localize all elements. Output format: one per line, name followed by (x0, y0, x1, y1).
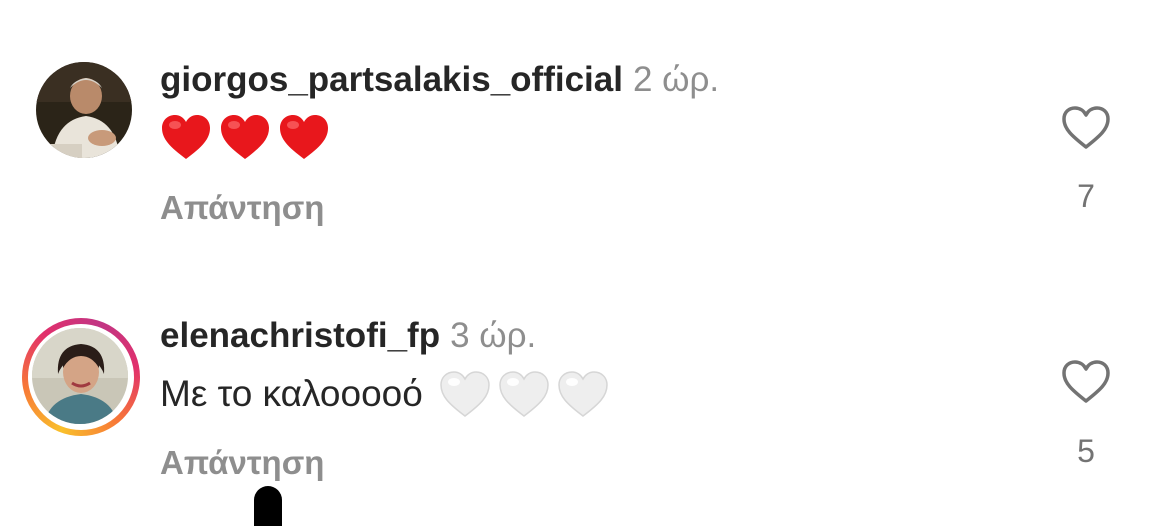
white-heart-emoji-icon (499, 371, 549, 417)
heart-outline-icon[interactable] (1060, 358, 1112, 406)
comment-header: elenachristofi_fp 3 ώρ. (160, 316, 536, 356)
white-heart-emoji-icon (558, 371, 608, 417)
reply-button[interactable]: Απάντηση (160, 443, 324, 483)
username[interactable]: elenachristofi_fp (160, 316, 440, 355)
partial-cursor-shape (254, 486, 282, 526)
comment-text-content: Με το καλοοοοό (160, 373, 423, 414)
avatar-photo (32, 328, 128, 424)
white-heart-emoji-icon (440, 371, 490, 417)
like-count: 5 (1077, 433, 1095, 469)
comment-item: elenachristofi_fp 3 ώρ. Με το καλοοοοό Απ… (0, 0, 1170, 481)
timestamp: 3 ώρ. (450, 316, 537, 355)
story-ring[interactable] (22, 318, 140, 436)
comment-text: Με το καλοοοοό (160, 370, 616, 418)
avatar[interactable] (32, 328, 128, 424)
